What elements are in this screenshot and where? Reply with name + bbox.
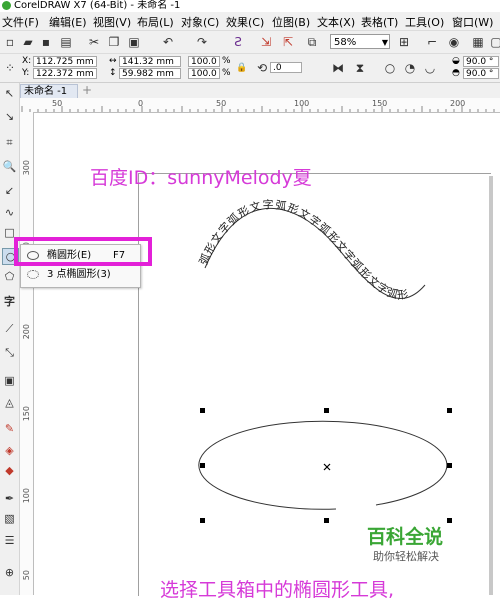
logo-main: 百科全说 — [367, 526, 444, 548]
center-mark-icon — [323, 463, 331, 471]
selection-handle[interactable] — [324, 518, 329, 523]
highlight-box — [14, 237, 152, 266]
selection-handle[interactable] — [200, 463, 205, 468]
selection-handle[interactable] — [200, 408, 205, 413]
3-point-ellipse-icon — [27, 270, 39, 279]
canvas-drawing: 弧形文字弧形文字弧形文字弧形文字弧形文字弧形 — [196, 197, 452, 523]
path-text[interactable]: 弧形文字弧形文字弧形文字弧形文字弧形文字弧形 — [196, 197, 410, 302]
flyout-item-3-point-ellipse[interactable]: 3 点椭圆形(3) — [21, 266, 140, 284]
selection-handle[interactable] — [447, 463, 452, 468]
watermark-bottom: 选择工具箱中的椭圆形工具, — [160, 579, 395, 601]
watermark-top: 百度ID：sunnyMelody夏 — [90, 167, 312, 189]
flyout-item-label: 3 点椭圆形(3) — [47, 269, 111, 280]
selection-handle[interactable] — [324, 408, 329, 413]
selection-handle[interactable] — [447, 518, 452, 523]
path-text-content: 弧形文字弧形文字弧形文字弧形文字弧形文字弧形 — [196, 197, 409, 302]
logo-sub: 助你轻松解决 — [373, 550, 439, 563]
ellipse-shape[interactable] — [198, 420, 448, 510]
selection-handle[interactable] — [200, 518, 205, 523]
selection-handle[interactable] — [447, 408, 452, 413]
